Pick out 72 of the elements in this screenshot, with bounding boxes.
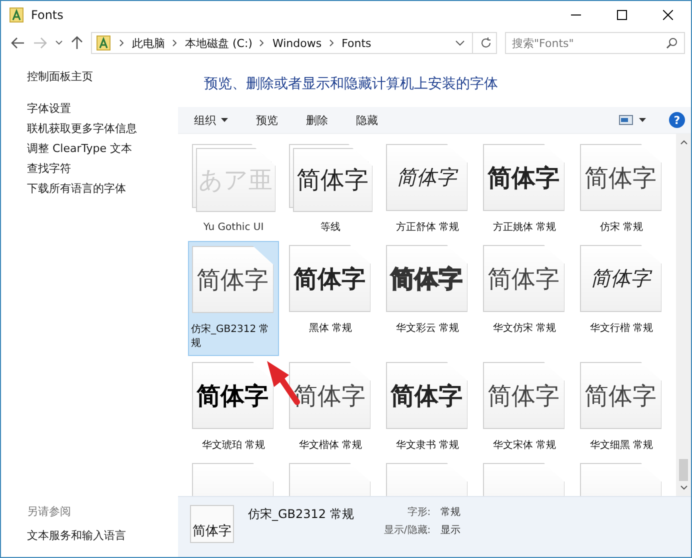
fonts-folder-icon xyxy=(96,35,112,51)
fonts-folder-icon xyxy=(9,7,25,23)
scroll-up-icon[interactable] xyxy=(680,140,688,145)
scroll-thumb[interactable] xyxy=(679,459,688,481)
font-item[interactable]: 简体字 等线 xyxy=(285,140,376,239)
toolbar-button[interactable]: 预览 xyxy=(248,110,286,130)
property-label: 字形: xyxy=(406,506,431,519)
font-file-icon: 简体字 xyxy=(288,245,372,313)
font-file-icon: 简体字 xyxy=(386,245,470,313)
font-item[interactable]: 简体字 华文仿宋 常规 xyxy=(479,241,570,356)
sidebar-link[interactable]: 查找字符 xyxy=(27,161,71,176)
font-item[interactable]: 简体字 黑体 常规 xyxy=(285,241,376,356)
chevron-right-icon xyxy=(259,39,266,47)
font-preview-icon: 简体字 xyxy=(190,505,234,543)
dropdown-caret-icon[interactable] xyxy=(455,40,465,46)
scrollbar[interactable] xyxy=(676,134,691,496)
close-icon xyxy=(663,10,673,20)
font-name: 仿宋_GB2312 常规 xyxy=(248,506,354,523)
font-item[interactable]: 简体字 华文细黑 常规 xyxy=(576,358,667,457)
sidebar-link[interactable]: 联机获取更多字体信息 xyxy=(27,121,137,136)
view-options-icon[interactable] xyxy=(619,115,647,125)
caret-icon xyxy=(221,118,228,122)
font-file-icon: 简体字 xyxy=(386,362,470,430)
chevron-right-icon xyxy=(328,39,335,47)
chevron-right-icon xyxy=(119,39,125,47)
help-button[interactable]: ? xyxy=(669,112,685,128)
breadcrumb-item[interactable]: Windows xyxy=(272,36,322,50)
maximize-icon xyxy=(617,10,627,20)
recent-dropdown-icon[interactable] xyxy=(55,40,63,46)
font-file-icon: 简体字 xyxy=(482,362,566,430)
font-item[interactable]: 简体字 华文隶书 常规 xyxy=(382,358,473,457)
font-file-icon: 简体字 xyxy=(580,144,664,212)
font-item[interactable]: 简体字 仿宋 常规 xyxy=(576,140,667,239)
toolbar-button[interactable]: 组织 xyxy=(186,110,236,130)
font-file-icon: 简体字 xyxy=(482,144,566,212)
sidebar-link[interactable]: 文本服务和输入语言 xyxy=(27,528,126,543)
address-bar[interactable]: 此电脑 本地磁盘 (C:) Windows Fonts xyxy=(91,32,497,54)
search-icon xyxy=(666,37,678,49)
font-file-icon: 简体字 xyxy=(192,246,276,314)
font-item[interactable]: 简体字 华文彩云 常规 xyxy=(382,241,473,356)
scroll-down-icon[interactable] xyxy=(680,485,688,490)
sidebar-link[interactable]: 下载所有语言的字体 xyxy=(27,181,126,196)
font-item[interactable]: 简体字 华文琥珀 常规 xyxy=(188,358,279,457)
font-file-icon: 简体字 xyxy=(192,362,276,430)
toolbar-button[interactable]: 删除 xyxy=(298,110,336,130)
back-arrow-icon[interactable] xyxy=(11,37,25,49)
breadcrumb-item[interactable]: 此电脑 xyxy=(132,36,165,50)
breadcrumb-item[interactable]: 本地磁盘 (C:) xyxy=(185,36,252,50)
property-value: 常规 xyxy=(440,506,461,519)
font-item[interactable]: 简体字 方正姚体 常规 xyxy=(479,140,570,239)
font-item[interactable]: 简体字 华文行楷 常规 xyxy=(576,241,667,356)
page-heading: 预览、删除或者显示和隐藏计算机上安装的字体 xyxy=(203,75,499,94)
font-file-icon: 简体字 xyxy=(580,245,664,313)
font-item[interactable]: 简体字 仿宋_GB2312 常规 xyxy=(188,241,279,356)
property-label: 显示/隐藏: xyxy=(384,524,431,537)
font-item[interactable]: 简体字 华文宋体 常规 xyxy=(479,358,570,457)
font-file-icon: 简体字 xyxy=(482,245,566,313)
chevron-right-icon xyxy=(172,39,178,47)
sidebar-link[interactable]: 调整 ClearType 文本 xyxy=(27,141,132,156)
font-item[interactable]: 简体字 方正舒体 常规 xyxy=(382,140,473,239)
sidebar-link[interactable]: 字体设置 xyxy=(27,101,71,116)
sidebar-link[interactable]: 控制面板主页 xyxy=(27,69,93,84)
font-file-icon: 简体字 xyxy=(386,144,470,212)
see-also-heading: 另请参阅 xyxy=(27,504,71,519)
font-file-icon: 简体字 xyxy=(580,362,664,430)
up-arrow-icon[interactable] xyxy=(71,36,83,50)
refresh-icon[interactable] xyxy=(480,37,492,49)
property-value: 显示 xyxy=(440,524,461,537)
search-field[interactable]: 搜索"Fonts" xyxy=(505,32,685,54)
toolbar-button[interactable]: 隐藏 xyxy=(348,110,386,130)
window-title: Fonts xyxy=(31,8,64,22)
breadcrumb-item[interactable]: Fonts xyxy=(342,36,372,50)
